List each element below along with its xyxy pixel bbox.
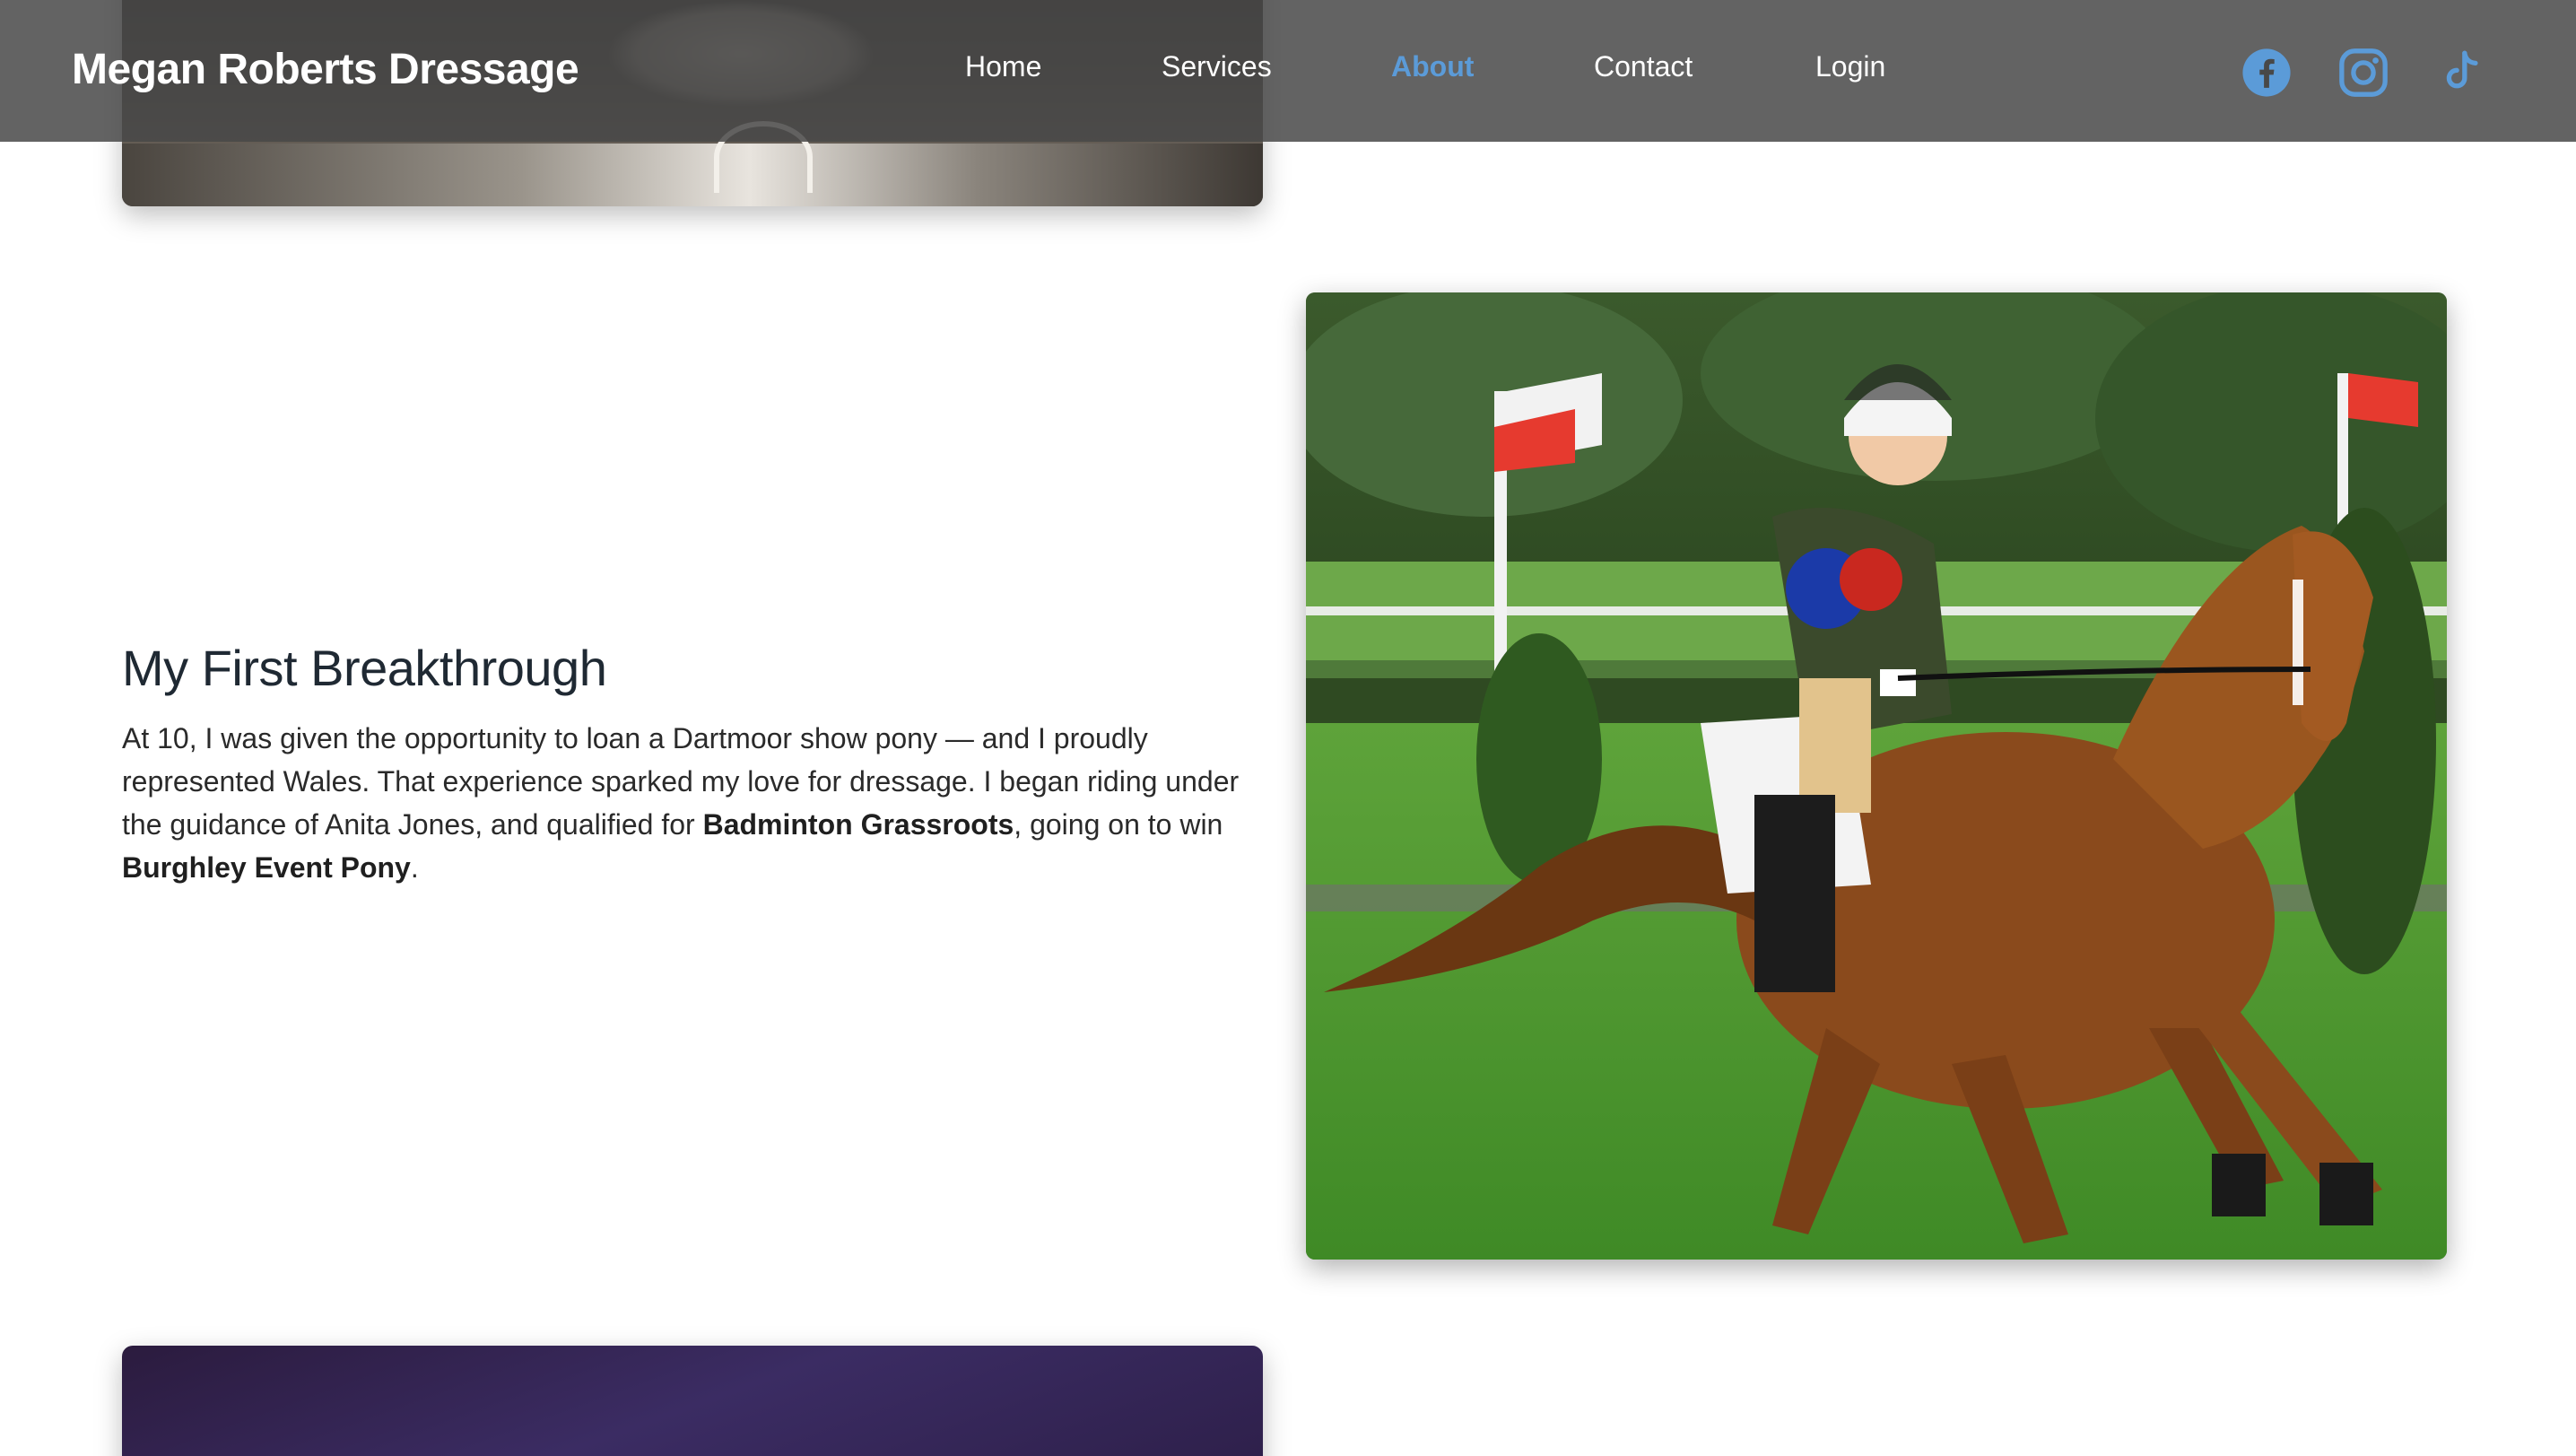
tiktok-icon[interactable] xyxy=(2434,47,2486,99)
section-title: My First Breakthrough xyxy=(122,640,607,696)
social-links xyxy=(2241,47,2486,99)
highlight-badminton: Badminton Grassroots xyxy=(702,808,1014,841)
breakthrough-section: My First Breakthrough At 10, I was given… xyxy=(122,639,1266,889)
facebook-icon[interactable] xyxy=(2241,47,2293,99)
site-logo[interactable]: Megan Roberts Dressage xyxy=(72,45,579,94)
photo-next-section xyxy=(122,1346,1263,1456)
body-text-2: , going on to win xyxy=(1014,808,1223,841)
nav-services[interactable]: Services xyxy=(1162,50,1272,83)
instagram-icon[interactable] xyxy=(2337,47,2389,99)
section-body: At 10, I was given the opportunity to lo… xyxy=(122,717,1266,889)
nav-login[interactable]: Login xyxy=(1815,50,1885,83)
site-header: Megan Roberts Dressage Home Services Abo… xyxy=(0,0,2576,142)
nav-contact[interactable]: Contact xyxy=(1594,50,1693,83)
highlight-burghley: Burghley Event Pony xyxy=(122,851,411,884)
nav-home[interactable]: Home xyxy=(965,50,1041,83)
photo-pony-rider xyxy=(1306,292,2447,1260)
body-text-3: . xyxy=(410,851,419,884)
nav-about[interactable]: About xyxy=(1391,50,1474,83)
